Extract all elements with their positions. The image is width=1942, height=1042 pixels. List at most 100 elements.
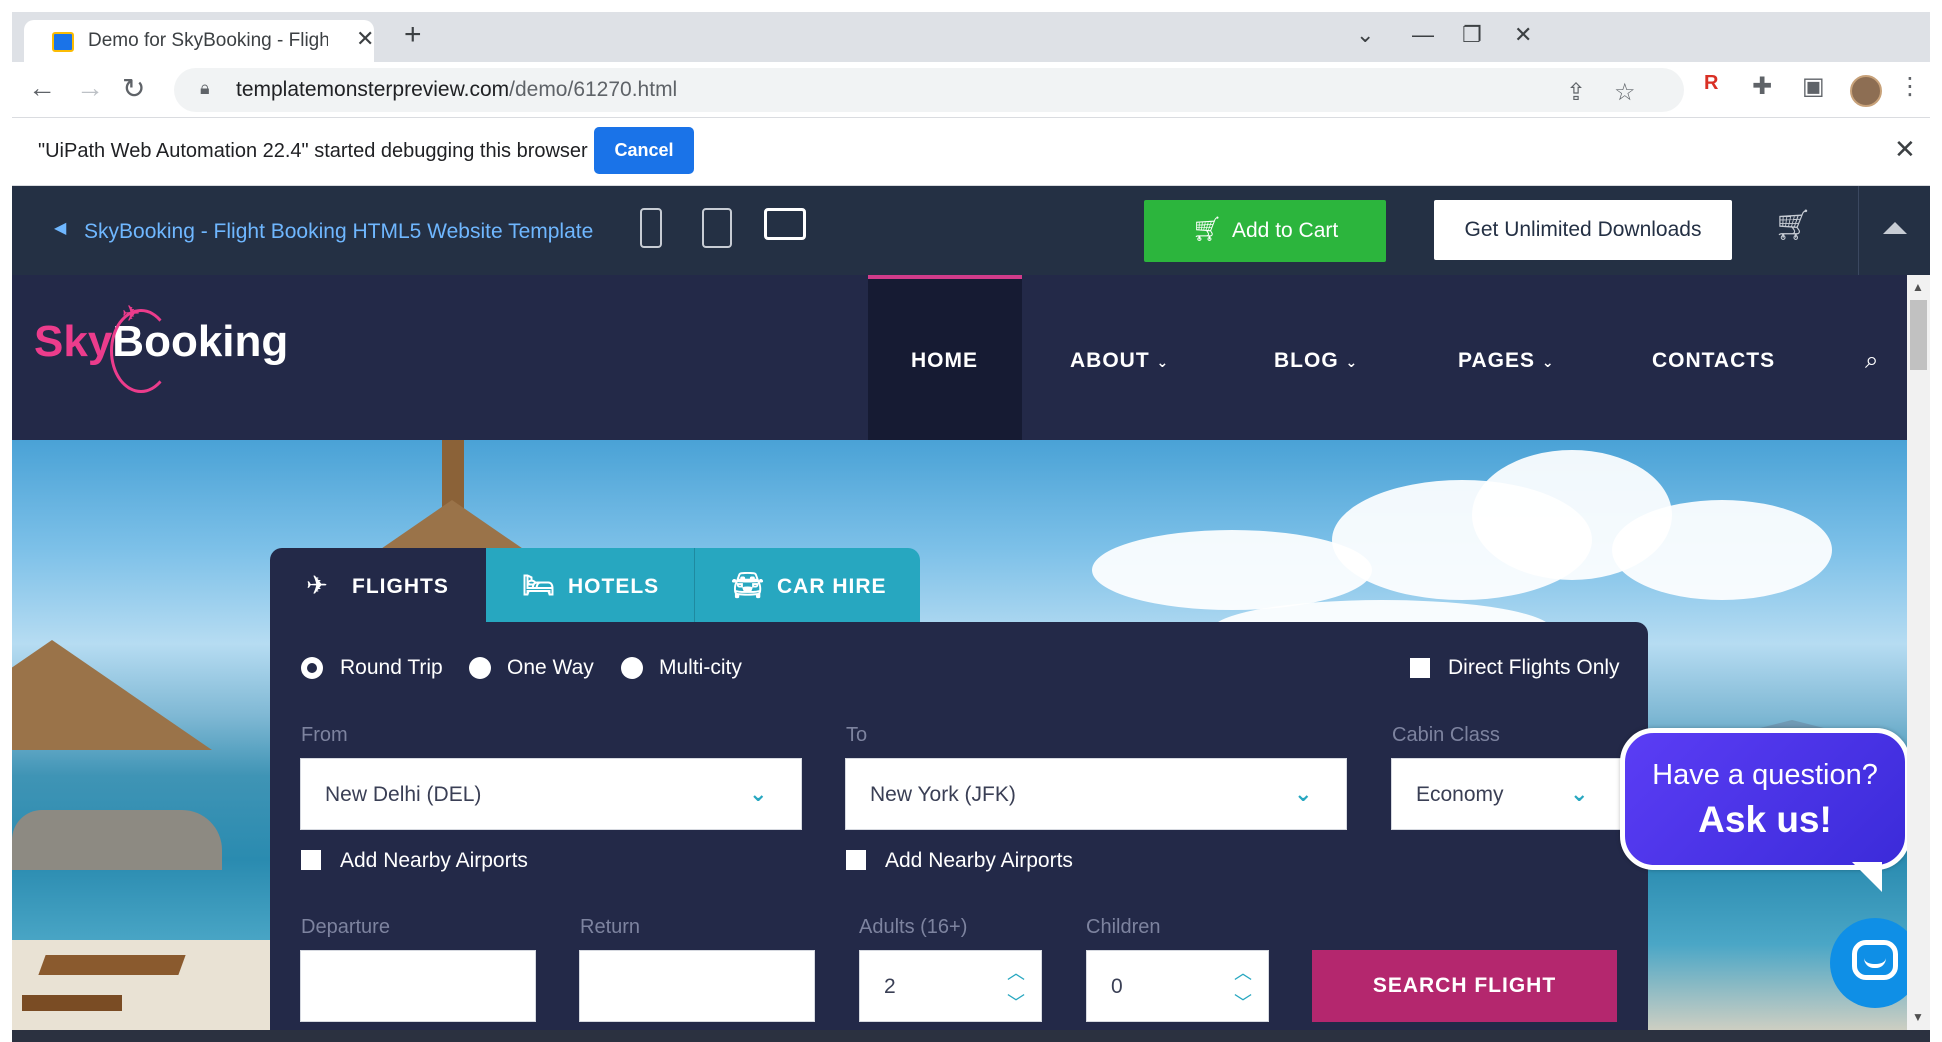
side-panel-icon[interactable]: ▣	[1802, 72, 1825, 101]
nav-contacts[interactable]: CONTACTS	[1652, 349, 1775, 373]
nearby-airports-from-checkbox[interactable]	[301, 850, 321, 870]
tab-flights[interactable]: ✈ FLIGHTS	[270, 548, 486, 622]
children-label: Children	[1086, 916, 1161, 938]
address-bar[interactable]: 🔒︎ templatemonsterpreview.com/demo/61270…	[174, 68, 1684, 112]
increment-chevron-up-icon[interactable]: ︿	[1007, 959, 1025, 985]
return-date-input[interactable]	[579, 950, 815, 1022]
back-triangle-icon[interactable]: ◀	[54, 218, 66, 238]
bookmark-star-icon[interactable]: ☆	[1614, 78, 1636, 107]
tab-search-chevron-icon[interactable]: ⌄	[1356, 22, 1374, 48]
sand-shape	[12, 940, 272, 1030]
nearby-airports-from-label: Add Nearby Airports	[340, 849, 528, 872]
to-select[interactable]: New York (JFK) ⌄	[845, 758, 1347, 830]
horizontal-scroll-strip	[12, 1030, 1930, 1042]
forward-arrow-icon[interactable]: →	[76, 72, 104, 104]
nav-about[interactable]: ABOUT ⌄	[1070, 349, 1169, 373]
mobile-view-icon[interactable]	[640, 208, 662, 248]
collapse-toolbar-button[interactable]	[1858, 186, 1930, 275]
minimize-icon[interactable]: —	[1412, 22, 1434, 48]
to-label: To	[846, 724, 868, 746]
straw-umbrella-shape	[12, 640, 212, 750]
round-trip-radio[interactable]	[301, 657, 323, 679]
adults-stepper[interactable]: 2 ︿ ﹀	[859, 950, 1042, 1022]
tab-hotels[interactable]: 🛏︎ HOTELS	[486, 548, 694, 622]
chevron-down-icon: ⌄	[1345, 354, 1359, 370]
page-scrollbar[interactable]	[1907, 275, 1930, 1030]
logo-ring-graphic	[110, 309, 172, 393]
scroll-down-arrow-icon[interactable]: ▼	[1912, 1010, 1924, 1024]
cloud-shape	[1092, 530, 1372, 610]
logo-plane-icon: ✈	[122, 301, 141, 326]
cart-icon: 🛒︎	[1192, 216, 1223, 243]
preview-toolbar: ◀ SkyBooking - Flight Booking HTML5 Webs…	[12, 186, 1930, 275]
decrement-chevron-down-icon[interactable]: ﹀	[1234, 989, 1252, 1015]
car-icon: 🚘︎	[731, 570, 766, 600]
cabin-class-label: Cabin Class	[1392, 724, 1500, 746]
back-arrow-icon[interactable]: ←	[28, 72, 56, 104]
browser-tab[interactable]: Demo for SkyBooking - Flight Bo ✕	[24, 20, 374, 62]
plane-icon: ✈	[306, 570, 329, 600]
reload-icon[interactable]: ↻	[122, 72, 145, 105]
rocks-shape	[12, 810, 222, 870]
round-trip-label: Round Trip	[340, 656, 443, 679]
desktop-view-icon[interactable]	[764, 208, 806, 240]
address-toolbar: ← → ↻ 🔒︎ templatemonsterpreview.com/demo…	[12, 62, 1930, 118]
increment-chevron-up-icon[interactable]: ︿	[1234, 959, 1252, 985]
restore-icon[interactable]: ❐	[1462, 22, 1482, 48]
multi-city-radio[interactable]	[621, 657, 643, 679]
cloud-shape	[1612, 500, 1832, 600]
departure-label: Departure	[301, 916, 390, 938]
nav-pages[interactable]: PAGES ⌄	[1458, 349, 1555, 373]
from-select[interactable]: New Delhi (DEL) ⌄	[300, 758, 802, 830]
nearby-airports-to-checkbox[interactable]	[846, 850, 866, 870]
chat-question-text: Have a question?	[1652, 759, 1878, 791]
tablet-view-icon[interactable]	[702, 208, 732, 248]
tab-car-hire[interactable]: 🚘︎ CAR HIRE	[694, 548, 920, 622]
one-way-label: One Way	[507, 656, 594, 679]
url-text: templatemonsterpreview.com/demo/61270.ht…	[236, 78, 678, 101]
extension-icon[interactable]: R	[1704, 72, 1718, 95]
close-infobar-icon[interactable]: ✕	[1894, 134, 1916, 165]
search-flight-button[interactable]: SEARCH FLIGHT	[1312, 950, 1617, 1022]
cancel-debugging-button[interactable]: Cancel	[594, 127, 694, 174]
departure-date-input[interactable]	[300, 950, 536, 1022]
add-to-cart-button[interactable]: 🛒︎ Add to Cart	[1144, 200, 1386, 262]
direct-flights-checkbox[interactable]	[1410, 658, 1430, 678]
chevron-down-icon: ⌄	[1294, 781, 1313, 806]
skybooking-logo[interactable]: SkyBooking ✈	[34, 301, 288, 393]
from-label: From	[301, 724, 348, 746]
chat-prompt-bubble[interactable]: Have a question? Ask us!	[1620, 728, 1910, 870]
template-name-link[interactable]: SkyBooking - Flight Booking HTML5 Websit…	[84, 220, 593, 244]
chevron-down-icon: ⌄	[1570, 781, 1589, 806]
lock-icon[interactable]: 🔒︎	[200, 78, 210, 99]
scrollbar-thumb[interactable]	[1910, 300, 1927, 370]
close-window-icon[interactable]: ✕	[1514, 22, 1532, 48]
caret-up-icon	[1883, 222, 1907, 234]
one-way-radio[interactable]	[469, 657, 491, 679]
cabin-class-select[interactable]: Economy ⌄	[1391, 758, 1623, 830]
site-header: SkyBooking ✈ HOME ABOUT ⌄ BLOG ⌄ PAGES ⌄…	[12, 275, 1907, 440]
sunbed-shape	[38, 955, 186, 975]
multi-city-label: Multi-city	[659, 656, 742, 679]
menu-kebab-icon[interactable]: ⋮	[1898, 72, 1922, 101]
cart-icon[interactable]: 🛒︎	[1774, 208, 1812, 243]
get-unlimited-downloads-button[interactable]: Get Unlimited Downloads	[1434, 200, 1732, 260]
chevron-down-icon: ⌄	[1156, 354, 1170, 370]
debugging-infobar: "UiPath Web Automation 22.4" started deb…	[12, 118, 1930, 186]
profile-avatar[interactable]	[1850, 75, 1882, 107]
chat-bubble-tail	[1852, 862, 1882, 892]
decrement-chevron-down-icon[interactable]: ﹀	[1007, 989, 1025, 1015]
search-icon[interactable]: ⌕	[1865, 347, 1878, 375]
new-tab-button[interactable]: +	[404, 18, 422, 52]
puzzle-extensions-icon[interactable]: ✚	[1752, 72, 1772, 101]
nav-home[interactable]: HOME	[911, 349, 978, 373]
nav-blog[interactable]: BLOG ⌄	[1274, 349, 1358, 373]
chat-ask-text: Ask us!	[1698, 799, 1832, 840]
share-icon[interactable]: ⇪	[1566, 78, 1586, 107]
scroll-up-arrow-icon[interactable]: ▲	[1912, 280, 1924, 294]
children-stepper[interactable]: 0 ︿ ﹀	[1086, 950, 1269, 1022]
booking-tabs: ✈ FLIGHTS 🛏︎ HOTELS 🚘︎ CAR HIRE	[270, 548, 920, 622]
close-tab-icon[interactable]: ✕	[356, 26, 374, 52]
return-label: Return	[580, 916, 641, 938]
bed-icon: 🛏︎	[522, 570, 557, 600]
